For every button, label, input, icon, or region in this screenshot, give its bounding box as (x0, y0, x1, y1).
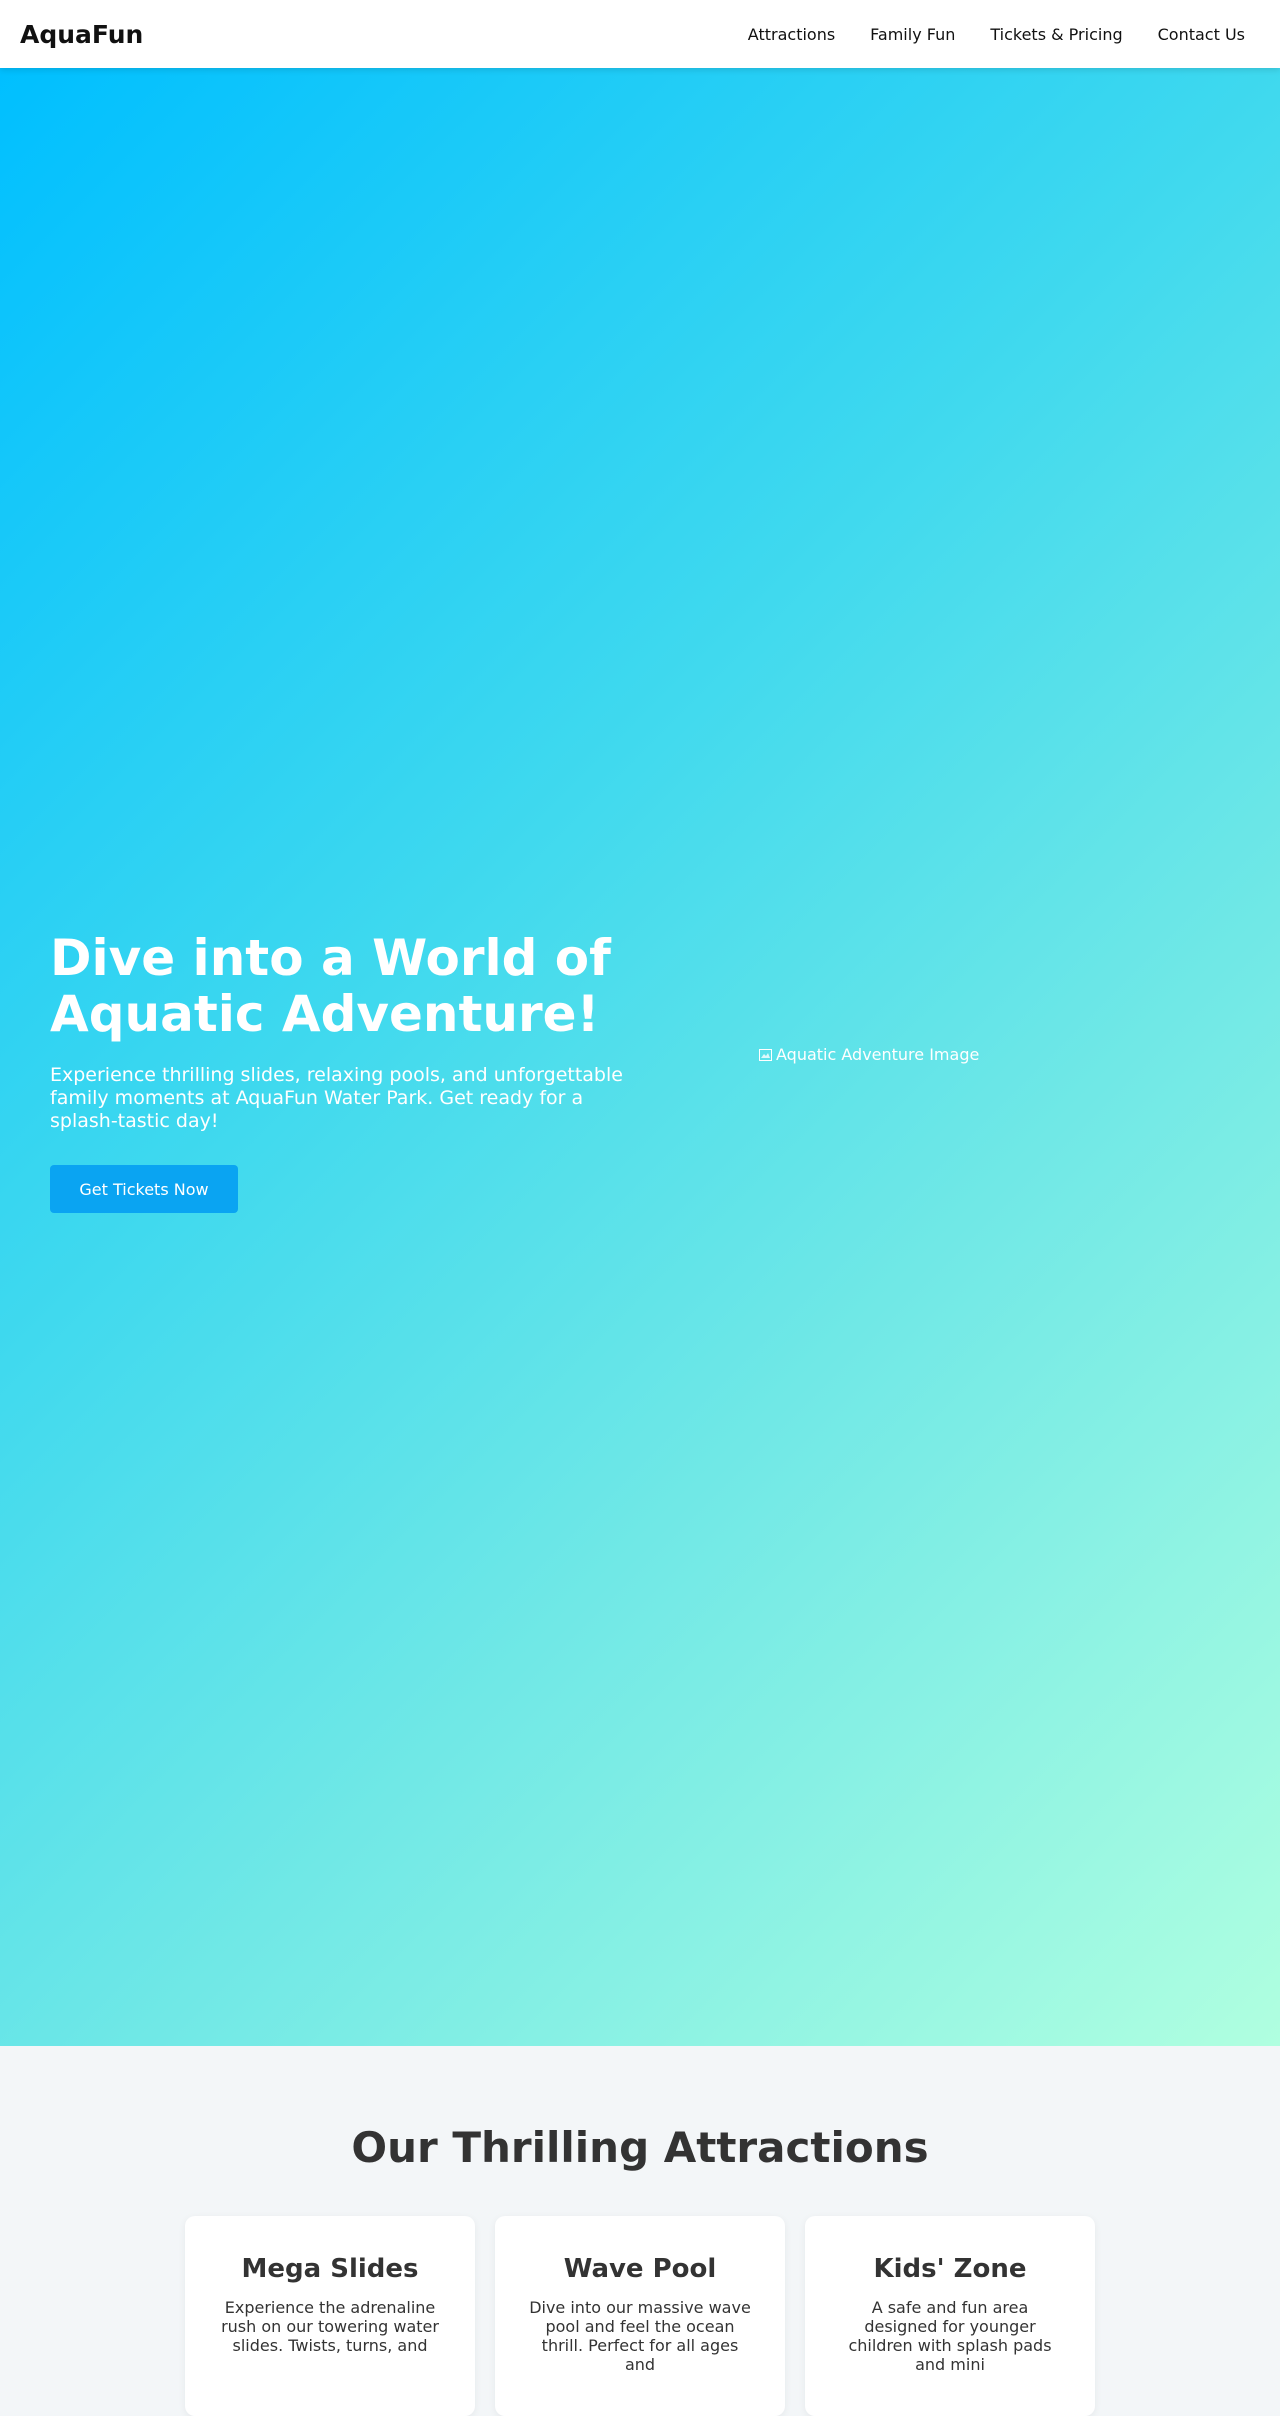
hero-section: Dive into a World of Aquatic Adventure! … (0, 68, 1280, 2046)
nav-link-family-fun[interactable]: Family Fun (855, 25, 970, 44)
broken-image-icon (758, 1047, 774, 1063)
attraction-cards: Mega Slides Experience the adrenaline ru… (185, 2216, 1095, 2416)
hero-subtitle: Experience thrilling slides, relaxing po… (50, 1064, 623, 1132)
nav-link-attractions[interactable]: Attractions (733, 25, 850, 44)
card-title: Wave Pool (563, 2254, 717, 2284)
card-text: A safe and fun area designed for younger… (848, 2298, 1052, 2374)
nav-link-tickets-pricing[interactable]: Tickets & Pricing (975, 25, 1137, 44)
attractions-section: Our Thrilling Attractions Mega Slides Ex… (0, 2046, 1280, 2416)
nav-link-contact-us[interactable]: Contact Us (1143, 25, 1260, 44)
hero-title: Dive into a World of Aquatic Adventure! (50, 929, 611, 1043)
main-nav: Attractions Family Fun Tickets & Pricing… (728, 25, 1260, 44)
hero-text-block: Dive into a World of Aquatic Adventure! … (50, 930, 650, 1213)
attraction-card-wave-pool[interactable]: Wave Pool Dive into our massive wave poo… (495, 2216, 785, 2416)
attraction-card-mega-slides[interactable]: Mega Slides Experience the adrenaline ru… (185, 2216, 475, 2416)
hero-image-alt-text: Aquatic Adventure Image (776, 1045, 980, 1064)
hero-image: Aquatic Adventure Image (758, 1045, 979, 1064)
card-text: Dive into our massive wave pool and feel… (529, 2298, 751, 2374)
top-navbar: AquaFun Attractions Family Fun Tickets &… (0, 0, 1280, 68)
card-text: Experience the adrenaline rush on our to… (221, 2298, 439, 2355)
site-logo[interactable]: AquaFun (20, 20, 143, 49)
card-title: Mega Slides (241, 2254, 419, 2284)
attractions-title: Our Thrilling Attractions (351, 2123, 929, 2172)
card-title: Kids' Zone (873, 2254, 1027, 2284)
get-tickets-button[interactable]: Get Tickets Now (50, 1165, 238, 1213)
attraction-card-kids-zone[interactable]: Kids' Zone A safe and fun area designed … (805, 2216, 1095, 2416)
